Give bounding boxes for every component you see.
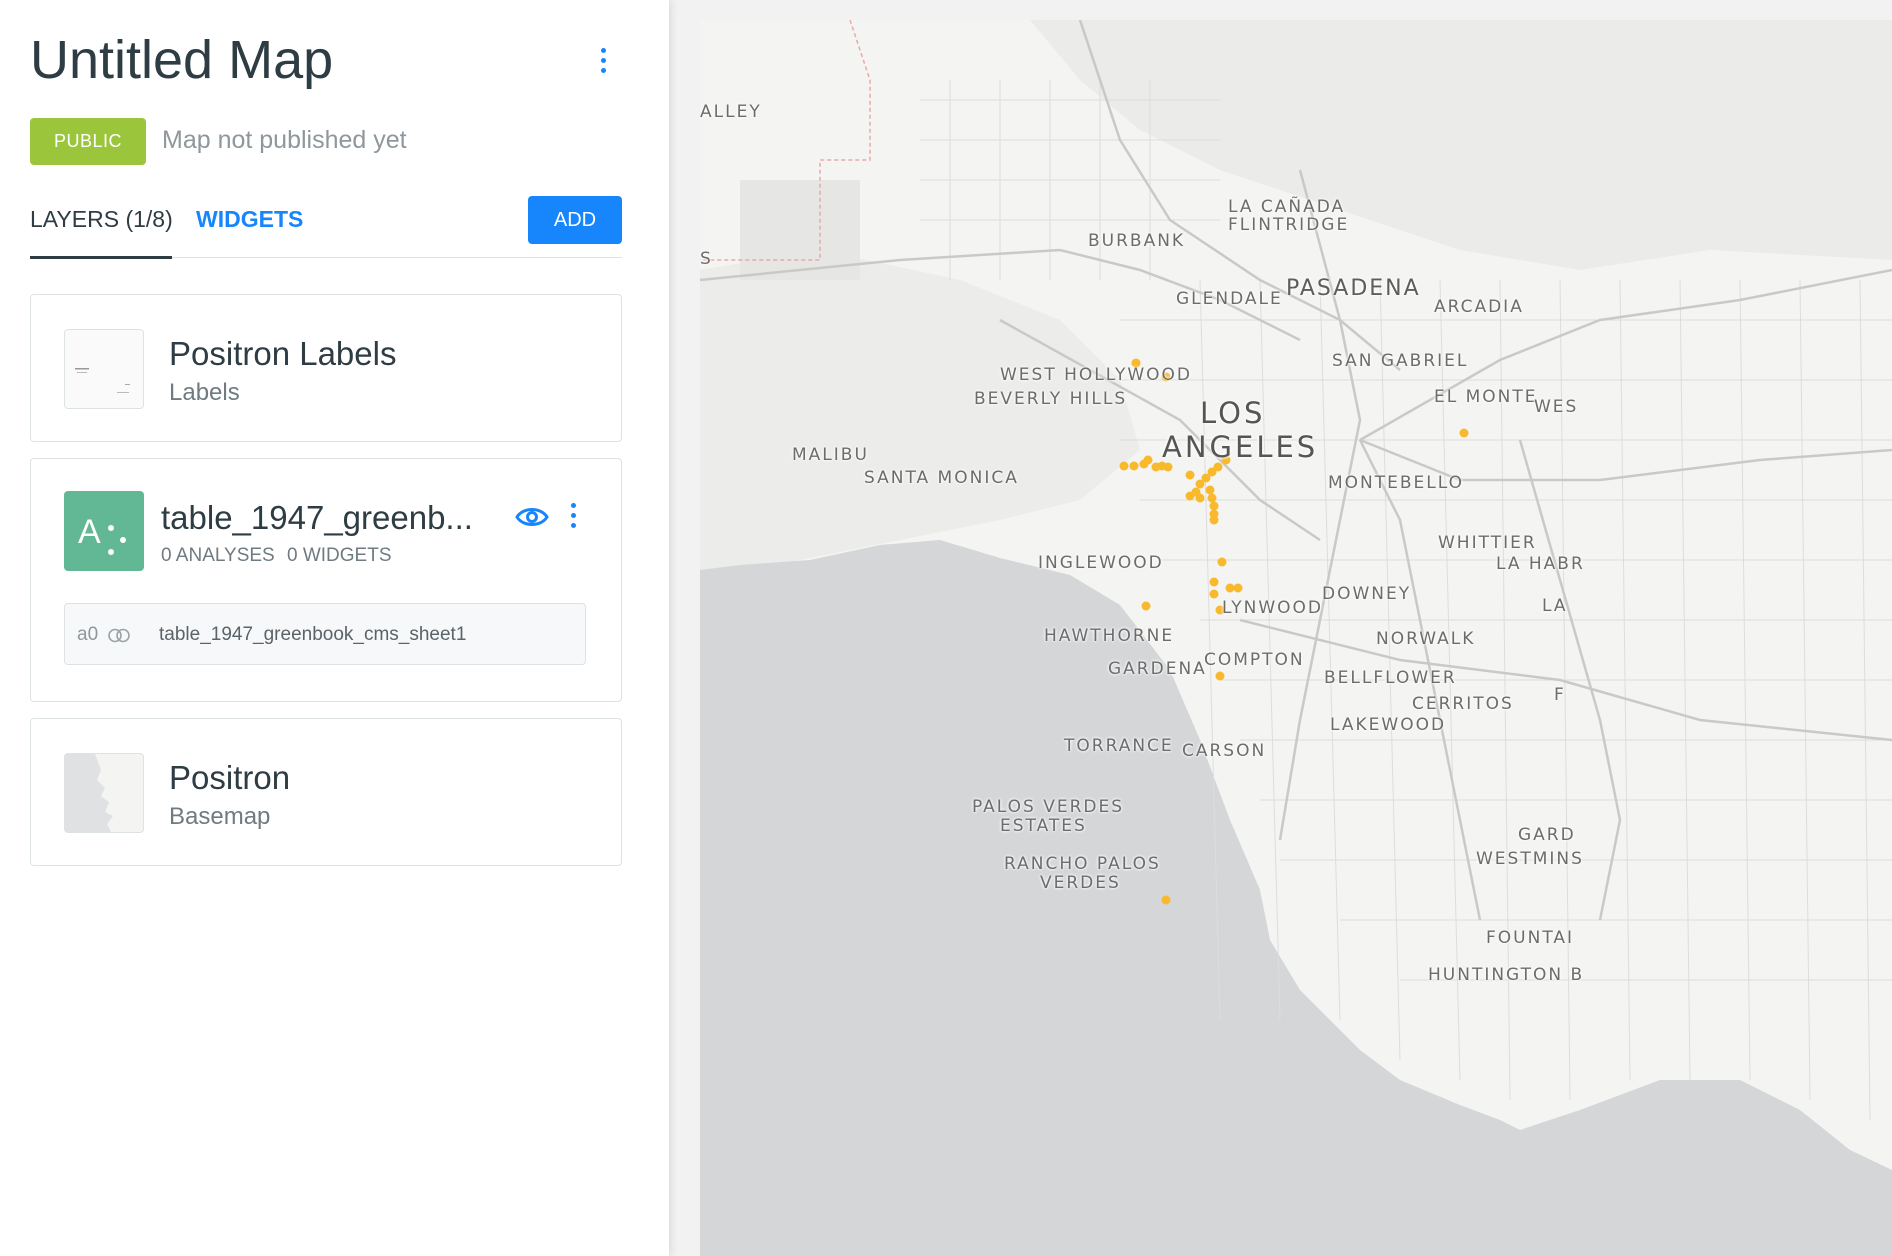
place-label: CARSON <box>1182 741 1267 761</box>
publish-status: Map not published yet <box>162 126 407 154</box>
place-label: ESTATES <box>1000 816 1087 836</box>
place-label: NORWALK <box>1376 629 1476 649</box>
tab-layers[interactable]: LAYERS (1/8) <box>30 206 173 233</box>
place-label: LAKEWOOD <box>1330 715 1447 735</box>
place-label: LA HABR <box>1496 554 1585 574</box>
analyses-count: 0 ANALYSES <box>161 545 275 566</box>
place-label: ANGELES <box>1162 430 1319 464</box>
place-label: VERDES <box>1040 873 1121 893</box>
place-label: BELLFLOWER <box>1324 668 1457 688</box>
place-label: FOUNTAI <box>1486 928 1575 948</box>
place-label: LOS <box>1200 396 1266 430</box>
layer-title: Positron <box>169 759 291 796</box>
place-label: FLINTRIDGE <box>1228 215 1350 235</box>
place-label: HAWTHORNE <box>1044 626 1175 646</box>
place-label: DOWNEY <box>1322 584 1412 604</box>
map-options-menu-icon[interactable] <box>597 48 609 80</box>
map-canvas[interactable]: ALLEY LA CAÑADA FLINTRIDGE BURBANK GLEND… <box>700 20 1892 1256</box>
place-label: WES <box>1534 397 1579 417</box>
basemap-thumbnail <box>64 753 144 833</box>
point-glyph-icon <box>120 537 126 543</box>
visibility-eye-icon[interactable] <box>515 503 549 531</box>
layer-subtitle: Basemap <box>169 803 271 830</box>
place-label: GLENDALE <box>1176 289 1283 309</box>
place-label: WHITTIER <box>1438 533 1537 553</box>
place-label: LYNWOOD <box>1222 598 1323 618</box>
layer-source-icon: A <box>64 491 144 571</box>
place-label: GARDENA <box>1108 659 1207 679</box>
place-label: WEST HOLLYWOOD <box>1000 365 1193 385</box>
place-label: SANTA MONICA <box>864 468 1019 488</box>
layer-subtitle: Labels <box>169 379 240 406</box>
labels-thumbnail <box>64 329 144 409</box>
layer-title[interactable]: table_1947_greenb... <box>161 499 473 537</box>
source-link-icon <box>107 628 131 643</box>
tab-widgets[interactable]: WIDGETS <box>196 206 303 233</box>
place-label: MALIBU <box>792 445 869 465</box>
place-label: SAN GABRIEL <box>1332 351 1469 371</box>
place-label: COMPTON <box>1204 650 1305 670</box>
add-layer-button[interactable]: ADD <box>528 196 622 244</box>
place-label: TORRANCE <box>1064 736 1174 756</box>
place-label: LA <box>1542 596 1568 616</box>
widgets-count: 0 WIDGETS <box>287 545 392 566</box>
tab-active-indicator <box>30 256 172 259</box>
place-label: MONTEBELLO <box>1328 473 1465 493</box>
layer-card-table[interactable]: A table_1947_greenb... 0 ANALYSES 0 WIDG… <box>30 458 622 702</box>
place-label: ALLEY <box>700 102 762 122</box>
layer-card-basemap[interactable]: Positron Basemap <box>30 718 622 866</box>
place-label: GARD <box>1518 825 1576 845</box>
place-label: S <box>700 249 713 269</box>
place-label: HUNTINGTON B <box>1428 965 1585 985</box>
place-label: BEVERLY HILLS <box>974 389 1128 409</box>
analysis-source-name: table_1947_greenbook_cms_sheet1 <box>159 624 467 645</box>
place-label: ARCADIA <box>1434 297 1524 317</box>
place-label: CERRITOS <box>1412 694 1514 714</box>
place-label: EL MONTE <box>1434 387 1538 407</box>
place-label: WESTMINS <box>1476 849 1584 869</box>
place-label: F <box>1554 685 1566 705</box>
place-label: BURBANK <box>1088 231 1186 251</box>
place-label: INGLEWOOD <box>1038 553 1164 573</box>
source-letter: A <box>78 513 101 551</box>
layers-panel: Untitled Map PUBLIC Map not published ye… <box>0 0 669 1256</box>
analysis-id: a0 <box>77 624 99 645</box>
point-glyph-icon <box>108 549 114 555</box>
layer-card-labels[interactable]: Positron Labels Labels <box>30 294 622 442</box>
privacy-badge[interactable]: PUBLIC <box>30 118 146 165</box>
place-label: PASADENA <box>1286 276 1421 301</box>
layer-title: Positron Labels <box>169 335 397 372</box>
layer-options-menu-icon[interactable] <box>567 503 579 533</box>
analysis-node-row[interactable]: a0 table_1947_greenbook_cms_sheet1 <box>64 603 586 665</box>
map-title[interactable]: Untitled Map <box>30 26 333 94</box>
point-glyph-icon <box>108 525 114 531</box>
